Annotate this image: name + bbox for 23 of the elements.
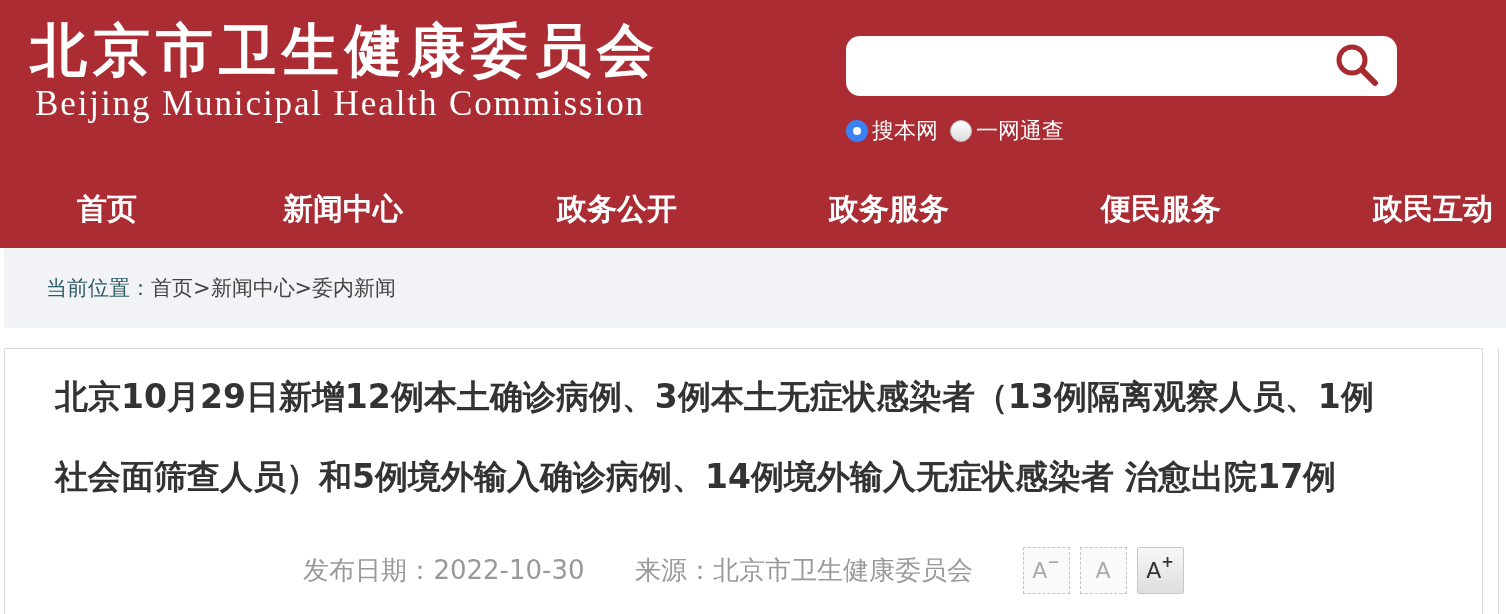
breadcrumb-link[interactable]: 首页	[151, 274, 193, 302]
search-field[interactable]	[846, 36, 1397, 96]
nav-link[interactable]: 首页	[77, 190, 137, 226]
nav-link[interactable]: 政民互动	[1373, 190, 1493, 226]
radio-label[interactable]: 搜本网	[872, 118, 938, 144]
article-title: 北京10月29日新增12例本土确诊病例、3例本土无症状感染者（13例隔离观察人员、1例社会面筛查人员）和5例境外输入确诊病例、14例境外输入无症状感染者 治愈出院17例	[53, 376, 1375, 498]
article-source: 来源：北京市卫生健康委员会	[634, 554, 973, 587]
breadcrumb-link[interactable]: 新闻中心	[210, 274, 295, 302]
publish-date: 发布日期：2022-10-30	[303, 554, 585, 587]
breadcrumb-separator: >	[193, 276, 211, 300]
logo-subtitle: Beijing Municipal Health Commission	[35, 84, 645, 124]
nav-link[interactable]: 政务公开	[557, 190, 677, 226]
logo-title: 北京市卫生健康委员会	[30, 18, 660, 82]
nav-link[interactable]: 新闻中心	[283, 190, 403, 226]
radio-button[interactable]	[846, 120, 868, 142]
radio-label[interactable]: 一网通查	[976, 118, 1064, 144]
breadcrumb-separator: >	[294, 276, 313, 300]
nav-link[interactable]: 便民服务	[1101, 190, 1221, 226]
radio-button[interactable]	[950, 120, 972, 142]
breadcrumb-link[interactable]: 委内新闻	[312, 274, 397, 302]
nav-link[interactable]: 政务服务	[829, 190, 949, 226]
breadcrumb-label: 当前位置：	[46, 275, 151, 302]
font-size-button[interactable]: A$^{+}$	[1136, 547, 1184, 594]
